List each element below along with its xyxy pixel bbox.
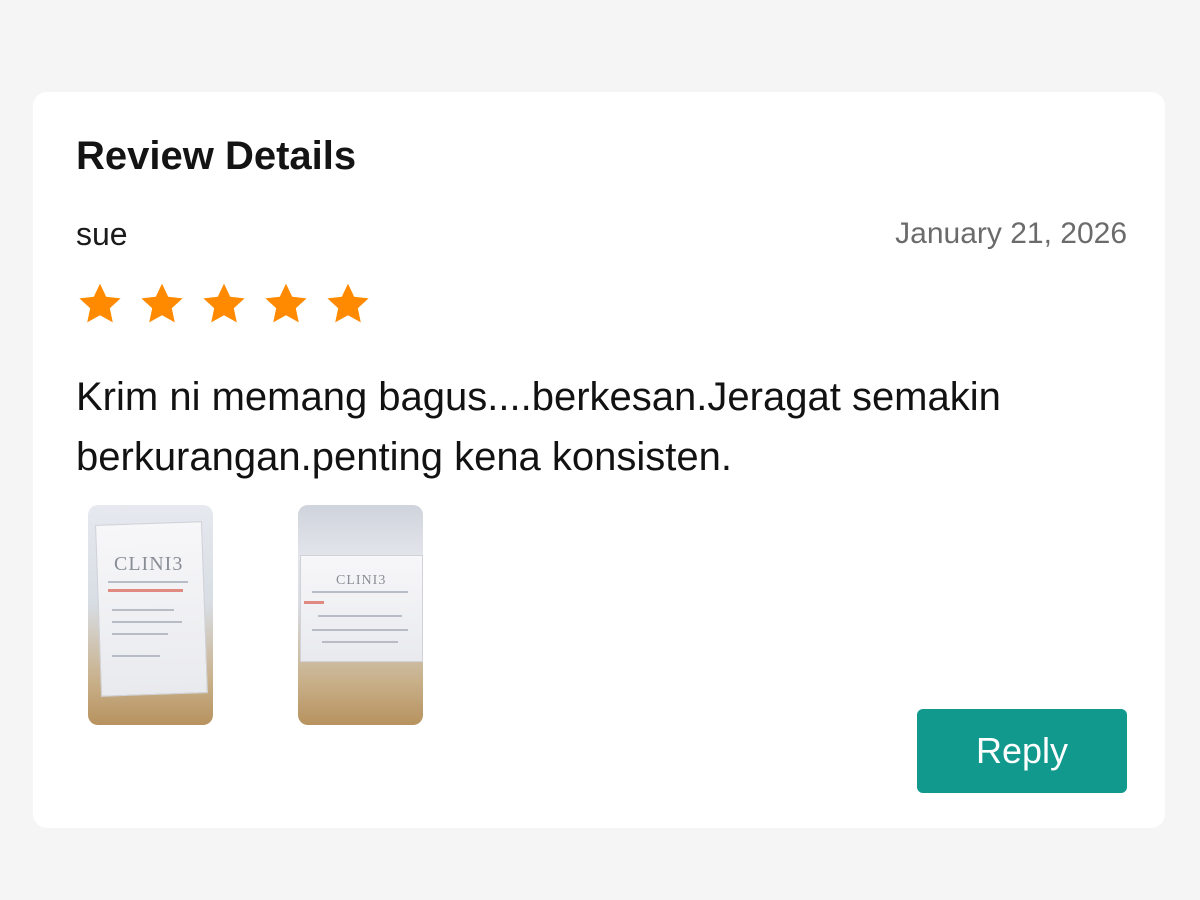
star-rating: [76, 280, 372, 328]
star-icon: [262, 280, 310, 328]
review-photo-thumbnail[interactable]: CLINI3: [298, 505, 423, 725]
star-icon: [76, 280, 124, 328]
review-photos: CLINI3 CLINI3: [88, 505, 423, 725]
star-icon: [138, 280, 186, 328]
star-icon: [200, 280, 248, 328]
reply-button[interactable]: Reply: [917, 709, 1127, 793]
page-title: Review Details: [76, 134, 357, 178]
review-body: Krim ni memang bagus....berkesan.Jeragat…: [76, 375, 1001, 479]
review-photo-thumbnail[interactable]: CLINI3: [88, 505, 213, 725]
review-header: sue January 21, 2026: [76, 214, 1127, 254]
photo-brand-text: CLINI3: [336, 573, 387, 588]
photo-brand-text: CLINI3: [114, 553, 184, 575]
reviewer-name: sue: [76, 215, 128, 252]
review-card: Review Details sue January 21, 2026 Krim…: [33, 92, 1165, 828]
star-icon: [324, 280, 372, 328]
review-date: January 21, 2026: [895, 217, 1127, 250]
